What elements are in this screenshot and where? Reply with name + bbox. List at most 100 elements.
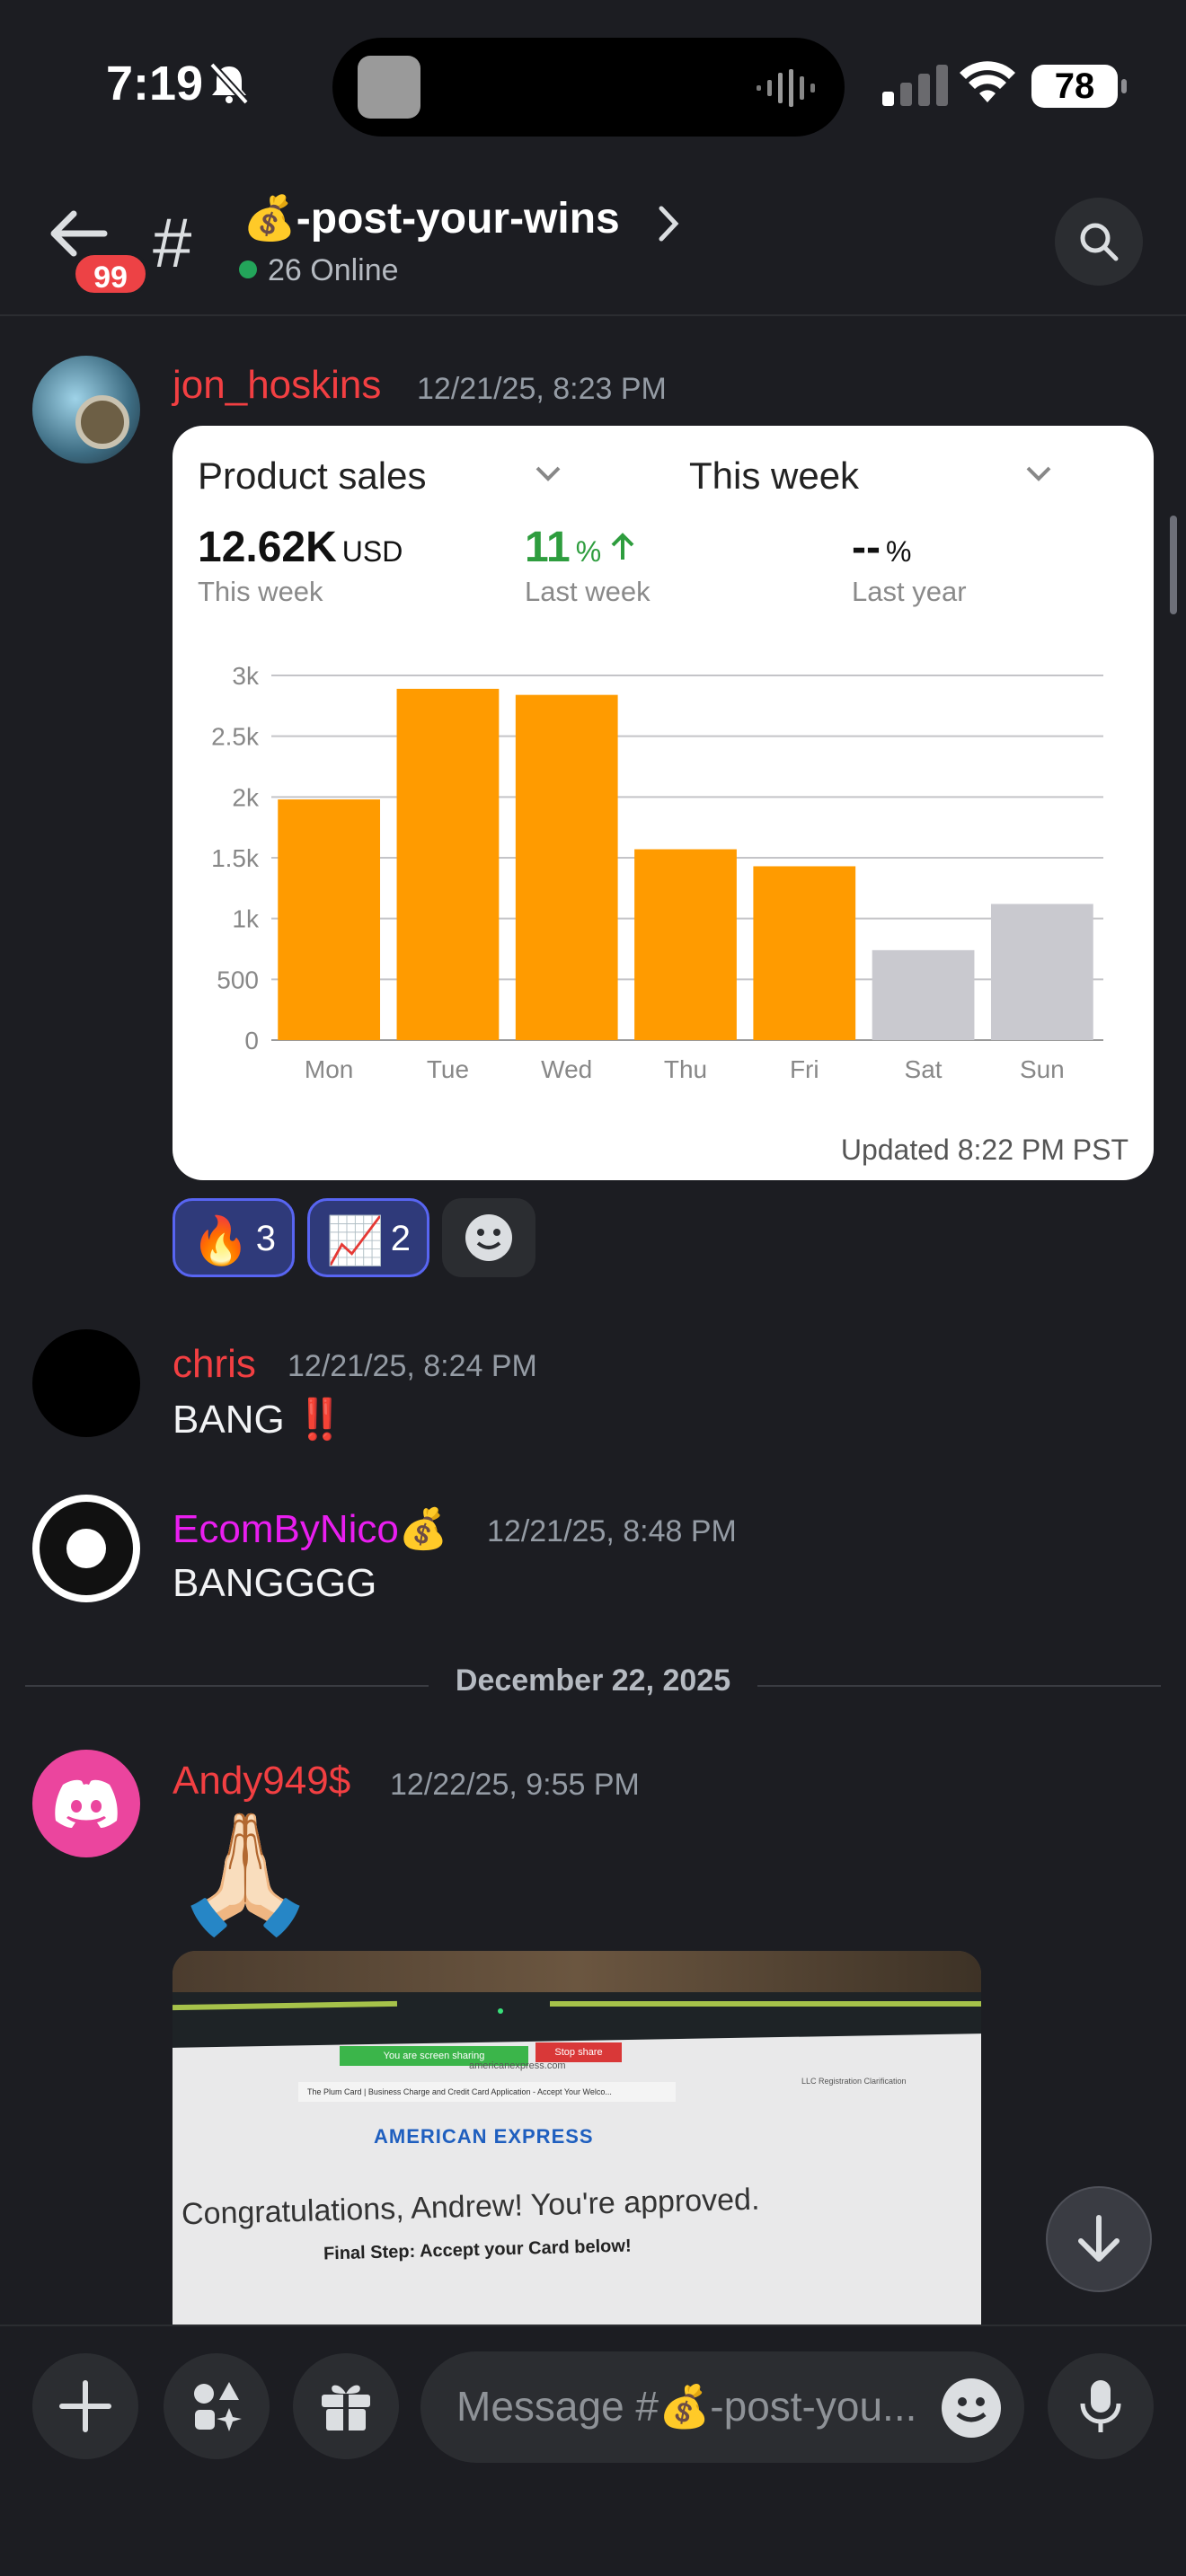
dynamic-island <box>332 38 845 137</box>
add-reaction-button[interactable] <box>442 1198 535 1277</box>
search-button[interactable] <box>1055 198 1143 286</box>
emoji-picker-button[interactable] <box>942 2378 1001 2438</box>
kpi-label: This week <box>198 576 323 607</box>
y-tick-label: 2k <box>232 783 260 811</box>
bar-tue <box>396 688 500 1040</box>
timestamp: 12/21/25, 8:48 PM <box>487 1514 737 1548</box>
smiley-icon <box>465 1214 512 1261</box>
apps-icon <box>194 2382 242 2431</box>
message-emoji: 🙏🏻 <box>173 1807 318 1938</box>
reaction-count: 2 <box>390 1219 411 1258</box>
kpi-label: Last year <box>852 576 967 607</box>
kpi-this-week: 12.62K USD This week <box>198 523 403 608</box>
kpi-last-week: 11% Last week <box>525 523 651 608</box>
avatar[interactable] <box>32 1495 140 1602</box>
bar-mon <box>278 799 381 1040</box>
bar-fri <box>753 866 856 1040</box>
sales-bar-chart: 0 500 1k 1.5k 2k 2.5k 3k Mon Tue Wed Thu Fri Sat Sun <box>211 662 1103 1083</box>
fire-icon: 🔥 <box>191 1215 250 1267</box>
chart-increasing-icon: 📈 <box>326 1215 385 1267</box>
photo-brand: AMERICAN EXPRESS <box>374 2125 594 2148</box>
period-dropdown[interactable]: This week <box>689 454 859 498</box>
wifi-icon <box>960 61 1015 102</box>
clock: 7:19 <box>106 57 204 110</box>
author-name[interactable]: jon_hoskins <box>173 363 381 408</box>
kpi-value: 11 <box>525 524 571 571</box>
message-composer: Message #💰-post-you... <box>0 2325 1186 2576</box>
channel-header: # 💰-post-your-wins 26 Online <box>0 171 1186 316</box>
kpi-value: 12.62K <box>198 524 337 571</box>
chevron-down-icon[interactable] <box>1024 463 1053 483</box>
y-tick-label: 1.5k <box>211 844 260 872</box>
author-name[interactable]: EcomByNico💰 <box>173 1505 448 1552</box>
bar-thu <box>634 849 737 1040</box>
y-tick-label: 1k <box>232 905 260 933</box>
date-divider: December 22, 2025 <box>0 1663 1186 1698</box>
sales-chart-card: Product sales This week 12.62K USD This w… <box>173 426 1154 1180</box>
stop-share-button: Stop share <box>535 2042 622 2062</box>
message-input[interactable]: Message #💰-post-you... <box>420 2351 1024 2463</box>
avatar[interactable] <box>32 1750 140 1857</box>
attached-photo[interactable]: You are screen sharing Stop share americ… <box>173 1951 981 2326</box>
timestamp: 12/21/25, 8:24 PM <box>288 1349 537 1383</box>
kpi-label: Last week <box>525 576 651 607</box>
y-tick-label: 0 <box>244 1027 259 1054</box>
kpi-unit: % <box>885 535 912 568</box>
x-tick-label: Tue <box>427 1055 469 1083</box>
message-text: BANG ‼️ <box>173 1398 345 1442</box>
author-name[interactable]: chris <box>173 1342 256 1387</box>
reaction-fire[interactable]: 🔥 3 <box>173 1198 295 1277</box>
apps-button[interactable] <box>164 2353 270 2459</box>
channel-hash-icon: # <box>153 203 192 282</box>
trend-up-arrow-icon <box>611 533 634 560</box>
online-dot-icon <box>239 260 257 279</box>
timestamp: 12/21/25, 8:23 PM <box>417 372 667 406</box>
browser-tab-2: LLC Registration Clarification <box>801 2077 907 2086</box>
now-playing-thumbnail <box>358 56 420 119</box>
scrollbar[interactable] <box>1170 516 1177 614</box>
y-tick-label: 2.5k <box>211 723 260 751</box>
reaction-chart[interactable]: 📈 2 <box>307 1198 429 1277</box>
kpi-unit: USD <box>341 535 403 568</box>
add-attachment-button[interactable] <box>32 2353 138 2459</box>
x-tick-label: Mon <box>305 1055 353 1083</box>
chevron-right-icon[interactable] <box>656 201 683 246</box>
unread-badge: 99 <box>72 251 149 296</box>
channel-name[interactable]: 💰-post-your-wins <box>243 192 620 243</box>
plus-icon <box>59 2380 111 2432</box>
silent-bell-icon <box>209 63 249 104</box>
cellular-signal-icon <box>882 65 948 106</box>
x-tick-label: Wed <box>541 1055 592 1083</box>
x-tick-label: Fri <box>790 1055 819 1083</box>
browser-tab: The Plum Card | Business Charge and Cred… <box>298 2082 676 2102</box>
y-tick-label: 500 <box>217 966 259 993</box>
kpi-unit: % <box>575 535 602 568</box>
arrow-down-icon <box>1078 2215 1120 2262</box>
message-input-placeholder: Message #💰-post-you... <box>456 2383 917 2430</box>
message-text: BANGGGG <box>173 1561 377 1605</box>
y-tick-label: 3k <box>232 662 260 690</box>
chevron-down-icon[interactable] <box>534 463 562 483</box>
kpi-value: -- <box>852 524 881 571</box>
x-tick-label: Thu <box>664 1055 707 1083</box>
microphone-icon <box>1080 2380 1121 2432</box>
avatar[interactable] <box>32 356 140 463</box>
photo-url: americanexpress.com <box>469 2060 566 2071</box>
audio-wave-icon <box>757 69 815 107</box>
online-text: 26 Online <box>268 253 399 287</box>
voice-message-button[interactable] <box>1048 2353 1154 2459</box>
gift-button[interactable] <box>293 2353 399 2459</box>
reaction-count: 3 <box>255 1219 276 1258</box>
jump-to-bottom-button[interactable] <box>1046 2186 1152 2292</box>
kpi-last-year: --% Last year <box>852 523 967 608</box>
bar-sat <box>872 949 975 1040</box>
metric-dropdown[interactable]: Product sales <box>198 454 426 498</box>
bar-wed <box>515 694 618 1040</box>
updated-note: Updated 8:22 PM PST <box>840 1134 1128 1166</box>
smiley-icon <box>956 2397 987 2422</box>
search-icon <box>1080 223 1119 261</box>
avatar[interactable] <box>32 1329 140 1437</box>
battery-indicator: 78 <box>1031 65 1127 108</box>
author-name[interactable]: Andy949$ <box>173 1759 350 1804</box>
bar-sun <box>990 904 1093 1040</box>
